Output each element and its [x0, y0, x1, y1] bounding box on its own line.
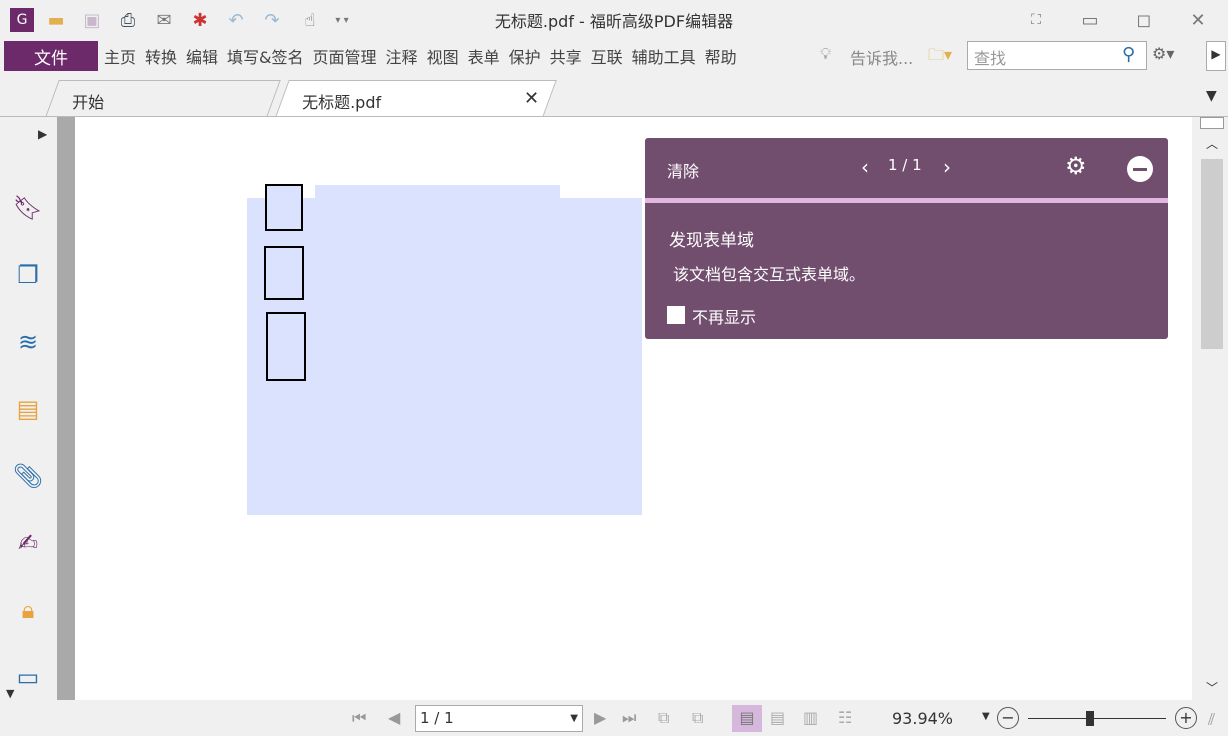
resize-grip-icon[interactable]: ⫽ — [1208, 710, 1215, 730]
tab-document[interactable]: 无标题.pdf — [275, 80, 557, 117]
comments-icon[interactable]: ▤ — [12, 393, 44, 425]
zoom-in-icon[interactable]: + — [1175, 707, 1197, 729]
prev-icon[interactable]: ‹ — [861, 155, 869, 179]
menu-view[interactable]: 视图 — [427, 44, 459, 68]
form-field-area-top[interactable] — [315, 185, 560, 199]
menu-convert[interactable]: 转换 — [145, 44, 177, 68]
pages-icon[interactable]: ❐ — [12, 259, 44, 291]
continuous-page-icon[interactable]: ▤ — [770, 708, 785, 727]
menu-bar: 主页 转换 编辑 填写&签名 页面管理 注释 视图 表单 保护 共享 互联 辅助… — [104, 44, 737, 68]
menu-protect[interactable]: 保护 — [509, 44, 541, 68]
zoom-level[interactable]: 93.94% — [892, 709, 953, 728]
close-window-icon[interactable]: ✕ — [1186, 8, 1210, 32]
tab-start[interactable]: 开始 — [45, 80, 281, 117]
attachment-icon[interactable]: 📎︎ — [12, 460, 44, 492]
signature-icon[interactable]: ✍︎ — [12, 527, 44, 559]
scroll-split-handle[interactable] — [1200, 117, 1224, 129]
form-field-box[interactable] — [265, 184, 303, 231]
expand-sidebar-icon[interactable]: ▶ — [38, 127, 47, 141]
menu-edit[interactable]: 编辑 — [186, 44, 218, 68]
menu-form[interactable]: 表单 — [468, 44, 500, 68]
page-number-input[interactable]: 1 / 1 ▼ — [415, 705, 583, 732]
menu-connect[interactable]: 互联 — [591, 44, 623, 68]
maximize-icon[interactable]: ◻ — [1132, 8, 1156, 32]
layers-icon[interactable]: ≋ — [12, 326, 44, 358]
bookmark-icon[interactable]: 🔖︎ — [12, 192, 44, 224]
zoom-dropdown-icon[interactable]: ▼ — [982, 711, 990, 722]
status-bar: ⏮ ◀ 1 / 1 ▼ ▶ ⏭ ⧉ ⧉ ▤ ▤ ▥ ☷ 93.94% ▼ − + … — [0, 700, 1228, 736]
dont-show-label[interactable]: 不再显示 — [692, 304, 756, 328]
panel-heading: 发现表单域 — [669, 231, 754, 251]
next-icon[interactable]: › — [943, 155, 951, 179]
form-field-box[interactable] — [266, 312, 306, 381]
security-lock-icon[interactable]: 🔒︎ — [12, 594, 44, 626]
form-notification-panel: 清除 ‹ 1 / 1 › ⚙ 发现表单域 该文档包含交互式表单域。 不再显示 — [645, 138, 1168, 339]
clear-button[interactable]: 清除 — [667, 158, 699, 182]
page-number: 1 / 1 — [420, 709, 454, 727]
search-icon[interactable]: ⚲ — [1122, 44, 1135, 65]
scroll-thumb[interactable] — [1201, 159, 1223, 349]
prev-page-icon[interactable]: ◀ — [388, 708, 400, 727]
panel-divider — [645, 198, 1168, 203]
menu-fill-sign[interactable]: 填写&签名 — [227, 44, 303, 68]
form-fields-icon[interactable]: ▭ — [12, 661, 44, 693]
tab-list-dropdown-icon[interactable]: ▼ — [1206, 88, 1217, 104]
page-dropdown-icon[interactable]: ▼ — [570, 713, 578, 724]
sidebar-splitter[interactable] — [57, 117, 75, 700]
menu-share[interactable]: 共享 — [550, 44, 582, 68]
left-sidebar: ▶ 🔖︎ ❐ ≋ ▤ 📎︎ ✍︎ 🔒︎ ▭ ▼ — [0, 117, 57, 700]
previous-view-icon[interactable]: ⧉ — [658, 708, 669, 728]
menu-home[interactable]: 主页 — [104, 44, 136, 68]
form-field-area[interactable] — [247, 198, 642, 515]
next-page-icon[interactable]: ▶ — [594, 708, 606, 727]
menu-accessibility[interactable]: 辅助工具 — [632, 44, 696, 68]
first-page-icon[interactable]: ⏮ — [352, 708, 366, 728]
zoom-slider-thumb[interactable] — [1086, 711, 1095, 726]
form-field-box[interactable] — [264, 246, 304, 300]
last-page-icon[interactable]: ⏭ — [622, 708, 636, 728]
menu-help[interactable]: 帮助 — [705, 44, 737, 68]
minimize-icon[interactable]: ▭ — [1078, 8, 1102, 32]
collapse-icon[interactable] — [1127, 156, 1153, 182]
settings-gear-icon[interactable]: ⚙ — [1065, 152, 1087, 180]
scroll-up-icon[interactable]: ︿ — [1206, 135, 1218, 152]
dont-show-checkbox[interactable] — [667, 306, 685, 324]
menu-page-manage[interactable]: 页面管理 — [313, 44, 377, 68]
sidebar-more-icon[interactable]: ▼ — [6, 687, 14, 700]
lightbulb-icon: 💡︎ — [820, 44, 832, 63]
tell-me-button[interactable]: 告诉我... — [850, 45, 913, 69]
ribbon-scroll-right-icon[interactable]: ▶ — [1206, 41, 1226, 71]
continuous-facing-icon[interactable]: ☷ — [838, 708, 852, 727]
single-page-icon[interactable]: ▤ — [732, 705, 762, 732]
zoom-out-icon[interactable]: − — [997, 707, 1019, 729]
scroll-down-icon[interactable]: ﹀ — [1206, 679, 1218, 696]
vertical-scrollbar[interactable]: ︿ ﹀ — [1198, 117, 1226, 700]
search-folder-icon[interactable]: 🗀▾ — [928, 44, 952, 71]
fullscreen-icon[interactable]: ⛶ — [1024, 8, 1048, 32]
menu-comment[interactable]: 注释 — [386, 44, 418, 68]
zoom-slider[interactable] — [1028, 718, 1166, 719]
panel-message: 该文档包含交互式表单域。 — [673, 265, 866, 284]
close-tab-icon[interactable]: ✕ — [524, 88, 539, 109]
file-menu-button[interactable]: 文件 — [4, 41, 98, 71]
facing-pages-icon[interactable]: ▥ — [803, 708, 818, 727]
panel-pager: 1 / 1 — [888, 156, 922, 174]
settings-icon[interactable]: ⚙▾ — [1152, 44, 1174, 63]
title-bar: G ▬ ▣ ⎙ ✉ ✱ ↶ ↷ ☝ ▾ ▾ 无标题.pdf - 福昕高级PDF编… — [0, 0, 1228, 40]
next-view-icon[interactable]: ⧉ — [692, 708, 703, 728]
search-input[interactable]: 查找 — [967, 41, 1147, 70]
